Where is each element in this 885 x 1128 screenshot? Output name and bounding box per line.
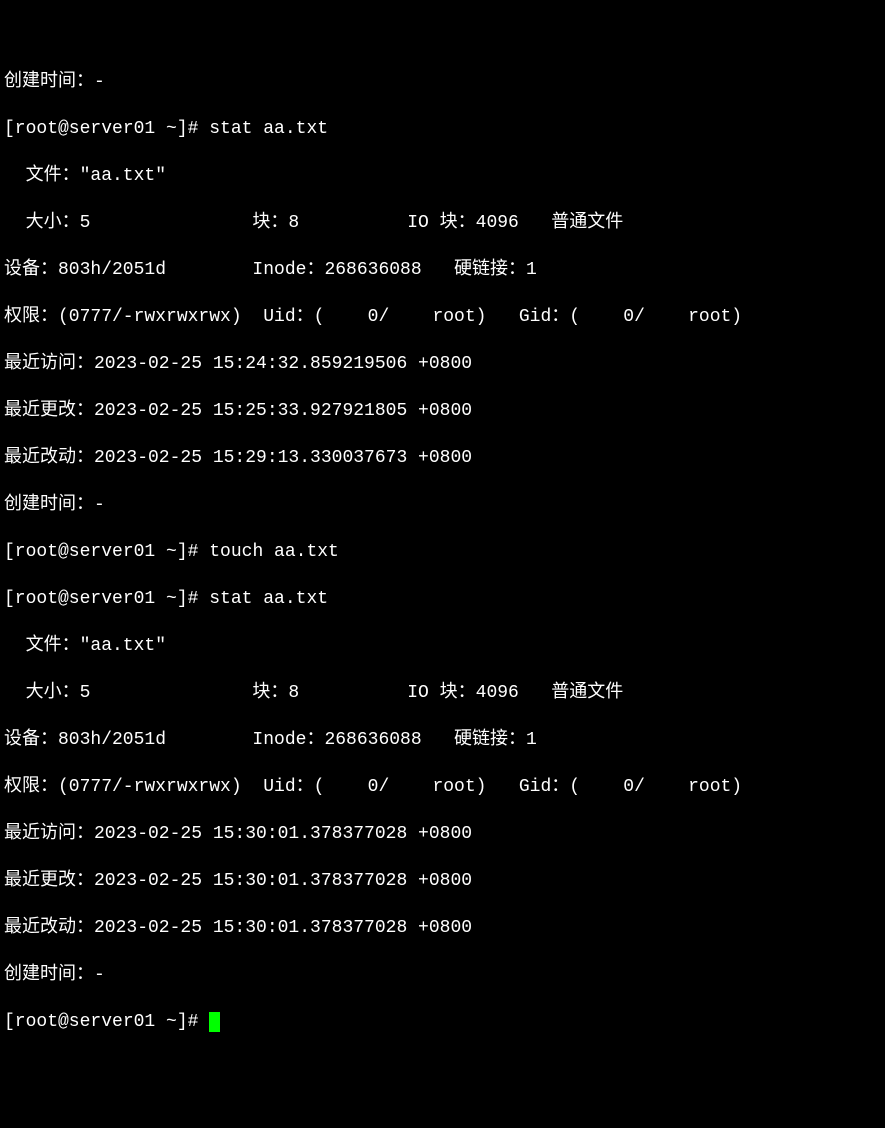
terminal-line-prompt: [root@server01 ~]# stat aa.txt <box>4 588 881 612</box>
terminal-line: 大小：5 块：8 IO 块：4096 普通文件 <box>4 212 881 236</box>
terminal-line: 最近更改：2023-02-25 15:25:33.927921805 +0800 <box>4 400 881 424</box>
terminal-line: 大小：5 块：8 IO 块：4096 普通文件 <box>4 682 881 706</box>
terminal-line: 文件："aa.txt" <box>4 165 881 189</box>
terminal-line: 权限：(0777/-rwxrwxrwx) Uid：( 0/ root) Gid：… <box>4 776 881 800</box>
cursor-icon <box>209 1012 220 1032</box>
terminal-line: 最近访问：2023-02-25 15:30:01.378377028 +0800 <box>4 823 881 847</box>
terminal-line: 权限：(0777/-rwxrwxrwx) Uid：( 0/ root) Gid：… <box>4 306 881 330</box>
prompt-text: [root@server01 ~]# <box>4 1012 209 1032</box>
terminal-output: 创建时间：- [root@server01 ~]# stat aa.txt 文件… <box>4 47 881 1058</box>
terminal-line: 设备：803h/2051d Inode：268636088 硬链接：1 <box>4 729 881 753</box>
terminal-line-prompt: [root@server01 ~]# stat aa.txt <box>4 118 881 142</box>
terminal-line: 最近更改：2023-02-25 15:30:01.378377028 +0800 <box>4 870 881 894</box>
terminal-line: 设备：803h/2051d Inode：268636088 硬链接：1 <box>4 259 881 283</box>
terminal-line: 文件："aa.txt" <box>4 635 881 659</box>
terminal-line: 最近改动：2023-02-25 15:29:13.330037673 +0800 <box>4 447 881 471</box>
terminal-line: 创建时间：- <box>4 494 881 518</box>
terminal-line-prompt: [root@server01 ~]# touch aa.txt <box>4 541 881 565</box>
terminal-line: 创建时间：- <box>4 71 881 95</box>
terminal-line: 最近访问：2023-02-25 15:24:32.859219506 +0800 <box>4 353 881 377</box>
terminal-line: 创建时间：- <box>4 964 881 988</box>
terminal-line: 最近改动：2023-02-25 15:30:01.378377028 +0800 <box>4 917 881 941</box>
terminal-prompt-active[interactable]: [root@server01 ~]# <box>4 1011 881 1035</box>
